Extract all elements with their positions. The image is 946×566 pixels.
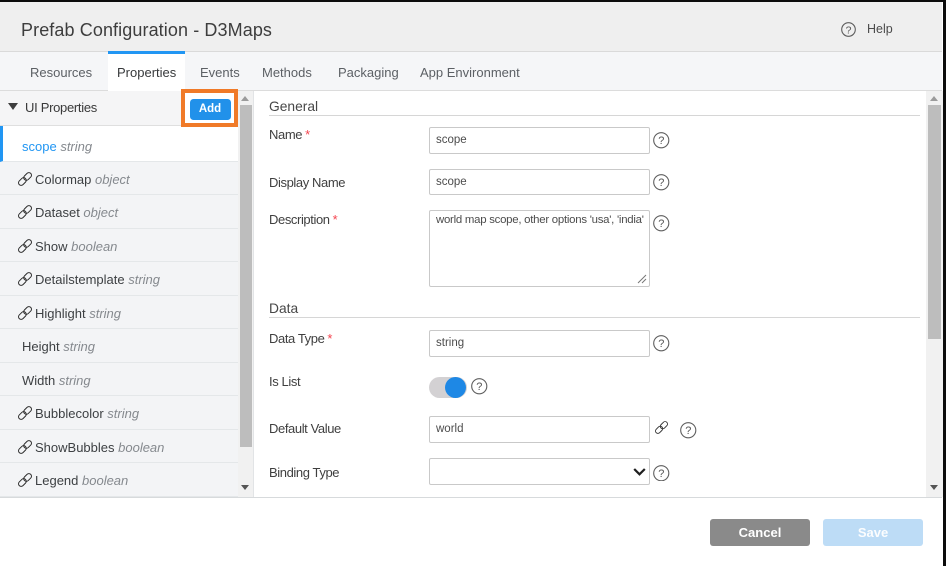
svg-text:?: ? [685, 425, 691, 437]
svg-text:?: ? [658, 338, 664, 350]
svg-text:?: ? [658, 218, 664, 230]
svg-text:?: ? [476, 381, 482, 393]
svg-text:?: ? [658, 177, 664, 189]
svg-text:?: ? [658, 135, 664, 147]
svg-text:?: ? [846, 24, 852, 36]
svg-text:?: ? [658, 468, 664, 480]
